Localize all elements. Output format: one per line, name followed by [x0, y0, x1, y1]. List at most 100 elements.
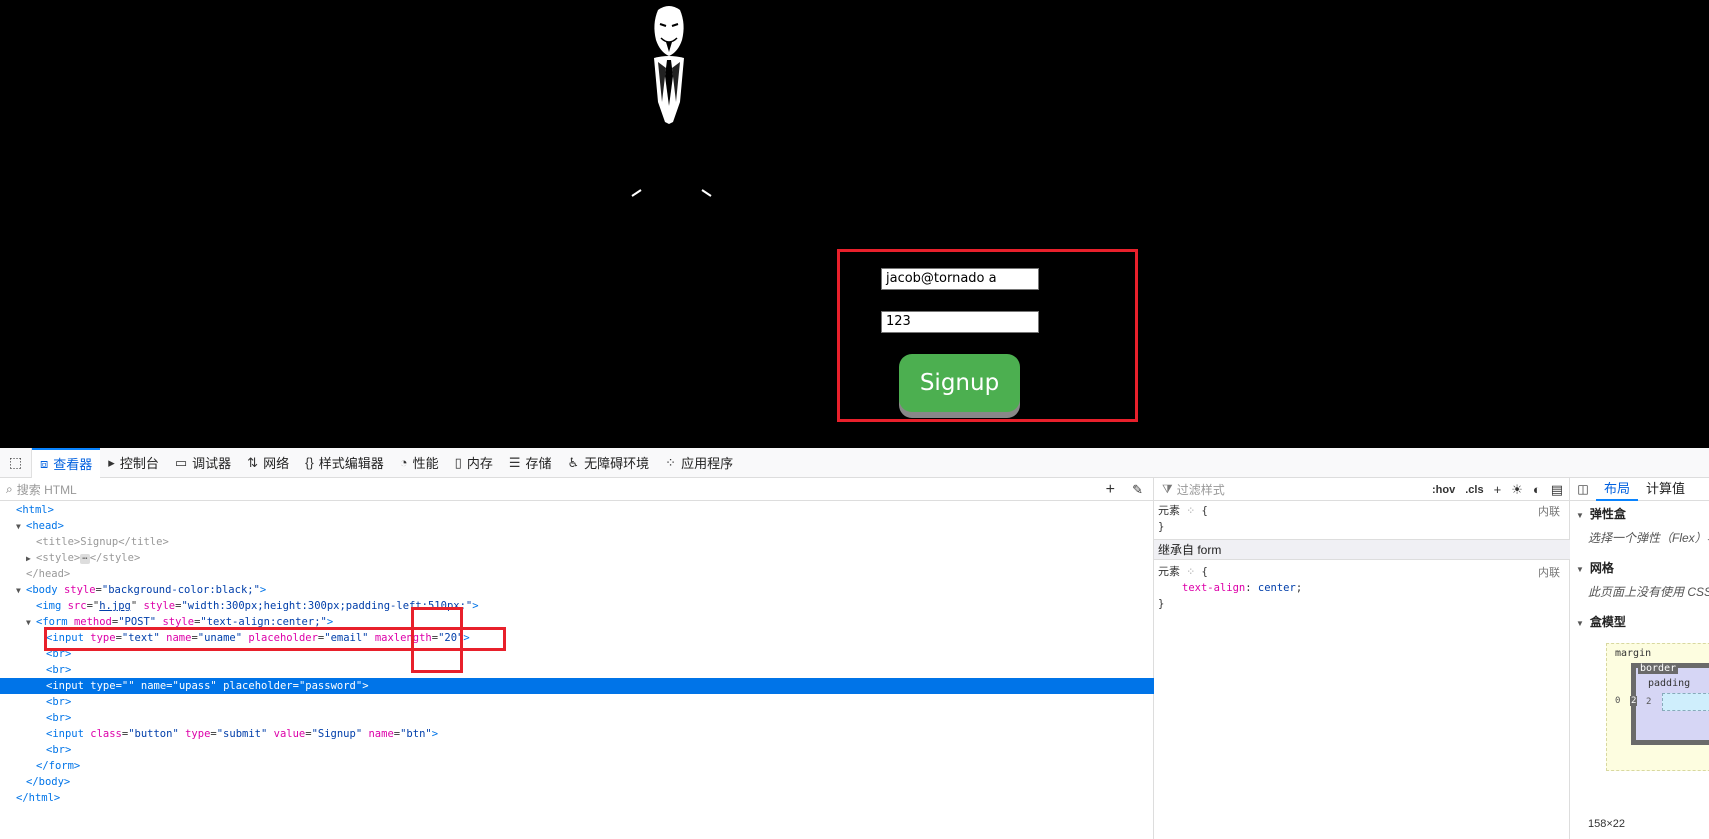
storage-icon: ☰ — [508, 454, 521, 470]
markup-node-style[interactable]: ▶ <style> ⋯ </style> — [0, 550, 1154, 566]
expand-arrow-icon[interactable]: ▶ — [26, 551, 36, 567]
tab-computed[interactable]: 计算值 — [1638, 478, 1693, 501]
sidebar-toggle-icon[interactable]: ◫ — [1570, 482, 1596, 496]
tab-console[interactable]: ▸ 控制台 — [100, 448, 167, 478]
content-box — [1662, 693, 1709, 711]
layout-tabs: ◫ 布局 计算值 — [1570, 478, 1709, 501]
signup-button[interactable]: Signup — [899, 354, 1020, 412]
cls-toggle[interactable]: .cls — [1465, 484, 1483, 496]
tab-debugger[interactable]: ▭ 调试器 — [167, 448, 239, 478]
html-search-input[interactable]: ⌕ 搜索 HTML — [0, 478, 1154, 501]
inherited-header: 继承自 form — [1154, 539, 1570, 560]
border-box: border 2 padding 2 — [1630, 663, 1709, 745]
margin-label: margin — [1615, 648, 1652, 659]
border-label: border — [1638, 663, 1679, 674]
rules-pane: ⧩ 过滤样式 :hov .cls + ☀ ◐ ▤ 元素 ⁘ { } 内联 继承自… — [1154, 478, 1570, 839]
tab-memory[interactable]: ▯ 内存 — [447, 448, 501, 478]
tab-layout[interactable]: 布局 — [1596, 478, 1639, 501]
margin-left-value[interactable]: 0 — [1615, 696, 1620, 706]
markup-node-form-close[interactable]: </form> — [0, 758, 1154, 774]
markup-pane: ⌕ 搜索 HTML + ✎ <html> ▼ <head> <title>Sign… — [0, 478, 1154, 839]
inspector-icon: ⧈ — [40, 455, 49, 471]
markup-node-br[interactable]: <br> — [0, 742, 1154, 758]
tab-network[interactable]: ⇅ 网络 — [239, 448, 297, 478]
collapse-arrow-icon: ▼ — [1576, 511, 1584, 520]
collapse-arrow-icon: ▼ — [1576, 619, 1584, 628]
tab-storage[interactable]: ☰ 存储 — [501, 448, 560, 478]
performance-icon: ◔ — [399, 455, 408, 470]
element-picker-icon[interactable]: ⬚ — [0, 447, 32, 478]
add-node-icon[interactable]: + — [1106, 478, 1115, 501]
application-icon: ⁘ — [665, 454, 677, 470]
padding-label: padding — [1648, 678, 1691, 689]
eyedropper-icon[interactable]: ✎ — [1132, 478, 1143, 501]
collapse-arrow-icon[interactable]: ▼ — [16, 583, 26, 599]
page-viewport: jacob@tornado a 123 Signup — [0, 0, 1709, 448]
tab-inspector[interactable]: ⧈ 查看器 — [32, 447, 101, 478]
markup-node-body[interactable]: ▼ <body style="background-color:black;"> — [0, 582, 1154, 598]
border-left-value[interactable]: 2 — [1630, 696, 1638, 706]
rules-toolbar: :hov .cls + ☀ ◐ ▤ — [1432, 478, 1563, 501]
markup-node-title[interactable]: <title>Signup</title> — [0, 534, 1154, 550]
accessibility-icon: ♿ — [567, 454, 580, 470]
light-scheme-icon[interactable]: ☀ — [1511, 482, 1523, 498]
tab-accessibility[interactable]: ♿ 无障碍环境 — [560, 448, 658, 478]
markup-node-html[interactable]: <html> — [0, 502, 1154, 518]
markup-tree: <html> ▼ <head> <title>Signup</title> ▶ <s… — [0, 502, 1154, 806]
debugger-icon: ▭ — [174, 454, 188, 470]
markup-node-head-close[interactable]: </head> — [0, 566, 1154, 582]
box-model-diagram: margin 0 border 2 padding 2 — [1606, 643, 1709, 771]
css-value[interactable]: center — [1258, 582, 1296, 594]
hov-toggle[interactable]: :hov — [1432, 484, 1455, 496]
memory-icon: ▯ — [454, 454, 462, 470]
markup-node-input-uname[interactable]: <input type="text" name="uname" placehol… — [0, 630, 1154, 646]
decorative-glint-right — [701, 189, 712, 197]
collapse-arrow-icon: ▼ — [1576, 565, 1584, 574]
devtools-toolbar: ⬚ ⧈ 查看器 ▸ 控制台 ▭ 调试器 ⇅ 网络 {} 样式编辑器 ◔ 性能 ▯ 内存 ☰ 存储… — [0, 447, 1709, 478]
tab-style-editor[interactable]: {} 样式编辑器 — [297, 448, 392, 478]
password-field[interactable]: 123 — [881, 311, 1039, 333]
markup-node-br[interactable]: <br> — [0, 710, 1154, 726]
markup-node-head[interactable]: ▼ <head> — [0, 518, 1154, 534]
filter-icon: ⧩ — [1162, 481, 1173, 496]
ellipsis-icon[interactable]: ⋯ — [80, 554, 90, 564]
email-field[interactable]: jacob@tornado a — [881, 268, 1039, 290]
rule-source[interactable]: 内联 — [1538, 564, 1560, 580]
search-icon: ⌕ — [6, 481, 13, 496]
flexbox-section-header[interactable]: ▼ 弹性盒 — [1570, 503, 1709, 525]
tab-performance[interactable]: ◔ 性能 — [392, 448, 447, 478]
network-icon: ⇅ — [247, 454, 259, 470]
markup-node-form[interactable]: ▼ <form method="POST" style="text-align:c… — [0, 614, 1154, 630]
collapse-arrow-icon[interactable]: ▼ — [16, 519, 26, 535]
padding-left-value[interactable]: 2 — [1646, 697, 1651, 707]
console-icon: ▸ — [108, 454, 115, 470]
rule-source[interactable]: 内联 — [1538, 503, 1560, 519]
collapse-arrow-icon[interactable]: ▼ — [26, 615, 36, 631]
devtools-panel: ⬚ ⧈ 查看器 ▸ 控制台 ▭ 调试器 ⇅ 网络 {} 样式编辑器 ◔ 性能 ▯ 内存 ☰ 存储… — [0, 447, 1709, 839]
boxmodel-section-header[interactable]: ▼ 盒模型 — [1570, 611, 1709, 633]
markup-node-body-close[interactable]: </body> — [0, 774, 1154, 790]
markup-node-img[interactable]: <img src="h.jpg" style="width:300px;heig… — [0, 598, 1154, 614]
tab-application[interactable]: ⁘ 应用程序 — [657, 448, 741, 478]
guy-fawkes-mask-image — [654, 6, 684, 124]
markup-node-html-close[interactable]: </html> — [0, 790, 1154, 806]
print-media-icon[interactable]: ▤ — [1551, 482, 1563, 498]
dark-scheme-icon[interactable]: ◐ — [1533, 482, 1541, 497]
decorative-glint-left — [631, 189, 642, 197]
markup-node-input-upass-selected[interactable]: <input type="" name="upass" placeholder=… — [0, 678, 1154, 694]
layout-pane: ◫ 布局 计算值 ▼弹性盒 选择一个弹性（Flex）容器 ▼网格 此页面上没有使… — [1570, 478, 1709, 839]
inherited-rule: 元素 ⁘ { text-align: center; } 内联 — [1158, 564, 1560, 610]
markup-node-br[interactable]: <br> — [0, 646, 1154, 662]
markup-node-br[interactable]: <br> — [0, 662, 1154, 678]
element-rule: 元素 ⁘ { } 内联 — [1158, 503, 1560, 533]
style-editor-icon: {} — [305, 455, 314, 470]
markup-node-input-submit[interactable]: <input class="button" type="submit" valu… — [0, 726, 1154, 742]
node-icon: ⁘ — [1180, 566, 1202, 578]
markup-node-br[interactable]: <br> — [0, 694, 1154, 710]
add-rule-icon[interactable]: + — [1494, 482, 1502, 497]
css-property[interactable]: text-align — [1182, 582, 1245, 594]
flexbox-hint: 选择一个弹性（Flex）容器 — [1588, 531, 1709, 545]
node-icon: ⁘ — [1180, 505, 1202, 517]
grid-section-header[interactable]: ▼ 网格 — [1570, 557, 1709, 579]
element-dimensions: 158×22 — [1588, 818, 1626, 830]
